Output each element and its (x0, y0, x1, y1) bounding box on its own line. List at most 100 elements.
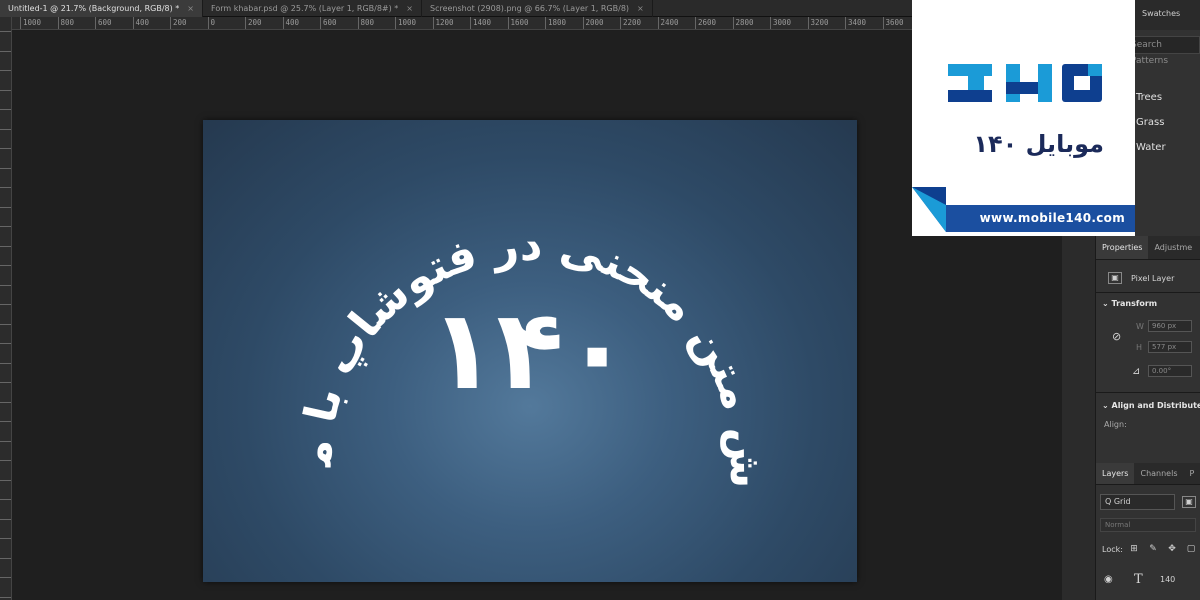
tab-label: Screenshot (2908).png @ 66.7% (Layer 1, … (430, 4, 630, 13)
artboard-icon[interactable]: ▢ (1185, 543, 1197, 555)
tab-adjustments[interactable]: Adjustme (1148, 236, 1198, 259)
ruler-tick-label: 2600 (695, 17, 716, 29)
tab-layers[interactable]: Layers (1096, 463, 1135, 484)
ruler-tick (0, 128, 11, 130)
ruler-tick-label: 1000 (20, 17, 41, 29)
tab-screenshot[interactable]: Screenshot (2908).png @ 66.7% (Layer 1, … (422, 0, 653, 17)
logo-url: www.mobile140.com (946, 205, 1135, 232)
horizontal-ruler[interactable]: 1000 800 600 400 200 0 200 400 600 800 1000 1200 140… (12, 17, 1062, 30)
ruler-tick (0, 421, 11, 422)
ruler-tick-label: 1800 (545, 17, 566, 29)
height-field[interactable]: 577 px (1148, 341, 1192, 353)
ruler-tick-label: 2800 (732, 17, 754, 29)
ruler-tick-label: 400 (282, 17, 299, 29)
move-icon[interactable]: ✥ (1166, 543, 1178, 555)
tab-label: Untitled-1 @ 21.7% (Background, RGB/8) * (8, 4, 180, 13)
ruler-tick (0, 226, 11, 227)
ruler-tick (0, 577, 11, 578)
layer-row[interactable]: ◉ T 140 (1096, 568, 1200, 594)
angle-icon: ⊿ (1132, 366, 1141, 377)
ruler-tick (0, 382, 11, 383)
ruler-tick (0, 440, 11, 442)
ruler-tick-label: 1200 (432, 17, 454, 29)
logo-mark (912, 64, 1102, 232)
ruler-tick-label: 3000 (770, 17, 791, 29)
tab-untitled-1[interactable]: Untitled-1 @ 21.7% (Background, RGB/8) *… (0, 0, 203, 17)
divider (1096, 392, 1200, 393)
ruler-tick-label: 600 (95, 17, 112, 29)
ruler-tick-label: 600 (320, 17, 337, 29)
eye-icon[interactable]: ◉ (1104, 574, 1113, 585)
divider (1096, 292, 1200, 293)
layer-name: 140 (1160, 575, 1176, 584)
ruler-tick-label: 3200 (807, 17, 829, 29)
blend-mode-select[interactable]: Normal (1100, 518, 1196, 532)
center-number: ۱۴۰ (429, 286, 631, 414)
ruler-tick (0, 167, 11, 169)
ruler-tick (0, 148, 11, 149)
ruler-tick-label: 800 (57, 17, 74, 29)
logo-persian-text: موبایل ۱۴۰ (973, 130, 1104, 158)
lock-transparent-icon[interactable]: ⊞ (1128, 543, 1140, 555)
tab-label: Form khabar.psd @ 25.7% (Layer 1, RGB/8#… (211, 4, 399, 13)
width-field[interactable]: 960 px (1148, 320, 1192, 332)
tab-paths[interactable]: P (1184, 463, 1200, 484)
pattern-group-water[interactable]: Water (1136, 142, 1166, 153)
ruler-tick-label: 1000 (395, 17, 416, 29)
tab-swatches[interactable]: Swatches (1142, 9, 1180, 18)
align-section[interactable]: ⌄ Align and Distribute (1102, 401, 1200, 410)
ruler-tick (0, 557, 11, 559)
ruler-tick-label: 1400 (470, 17, 491, 29)
ruler-tick-label: 1600 (507, 17, 529, 29)
pattern-group-grass[interactable]: Grass (1136, 117, 1164, 128)
layer-filter-select[interactable]: Q Grid (1100, 494, 1175, 510)
ruler-tick (0, 479, 11, 481)
pattern-group-trees[interactable]: Trees (1136, 92, 1162, 103)
width-label: W (1136, 322, 1144, 331)
transform-section[interactable]: ⌄ Transform (1102, 299, 1157, 308)
ruler-tick (0, 304, 11, 305)
text-layer-icon: T (1134, 572, 1143, 587)
document-canvas[interactable]: آموزش متن منحنی در فتوشاپ با موبایل ۱۴۰ (203, 120, 857, 582)
properties-tab-bar: Properties Adjustme (1096, 236, 1200, 260)
ruler-tick-label: 200 (245, 17, 262, 29)
link-icon[interactable]: ⊘ (1112, 330, 1121, 343)
height-label: H (1136, 343, 1143, 352)
ruler-tick (0, 323, 11, 325)
chevron-down-icon: ⌄ (1102, 401, 1112, 410)
ruler-tick-label: 400 (132, 17, 149, 29)
pixel-layer-icon: ▣ (1108, 272, 1122, 284)
close-icon[interactable]: × (637, 0, 644, 17)
ruler-tick-label: 200 (170, 17, 187, 29)
image-filter-icon[interactable]: ▣ (1182, 496, 1196, 508)
tab-form-khabar[interactable]: Form khabar.psd @ 25.7% (Layer 1, RGB/8#… (203, 0, 422, 17)
ruler-tick-label: 2000 (582, 17, 604, 29)
ruler-tick-label: 2400 (657, 17, 679, 29)
ruler-tick (0, 187, 11, 188)
ruler-tick (0, 499, 11, 500)
ruler-tick (0, 89, 11, 91)
brush-icon[interactable]: ✎ (1147, 543, 1159, 555)
lock-label: Lock: (1102, 545, 1123, 554)
ruler-tick (0, 70, 11, 71)
ruler-tick (0, 109, 11, 110)
align-label: Align and Distribute (1111, 401, 1200, 410)
ruler-tick (0, 362, 11, 364)
ruler-tick (0, 401, 11, 403)
tab-channels[interactable]: Channels (1134, 463, 1183, 484)
chevron-down-icon: ⌄ (1102, 299, 1112, 308)
ruler-tick (0, 518, 11, 520)
tab-properties[interactable]: Properties (1096, 236, 1149, 259)
pixel-layer-label: Pixel Layer (1131, 274, 1175, 283)
layers-tab-bar: Layers Channels P (1096, 463, 1200, 485)
vertical-ruler[interactable] (0, 17, 12, 600)
ruler-tick (0, 343, 11, 344)
ruler-tick-label: 3600 (882, 17, 904, 29)
angle-field[interactable]: 0.00° (1148, 365, 1192, 377)
ruler-tick (0, 245, 11, 247)
ruler-tick (0, 265, 11, 266)
ruler-tick (0, 284, 11, 286)
close-icon[interactable]: × (187, 0, 194, 17)
close-icon[interactable]: × (406, 0, 413, 17)
ruler-tick (0, 460, 11, 461)
